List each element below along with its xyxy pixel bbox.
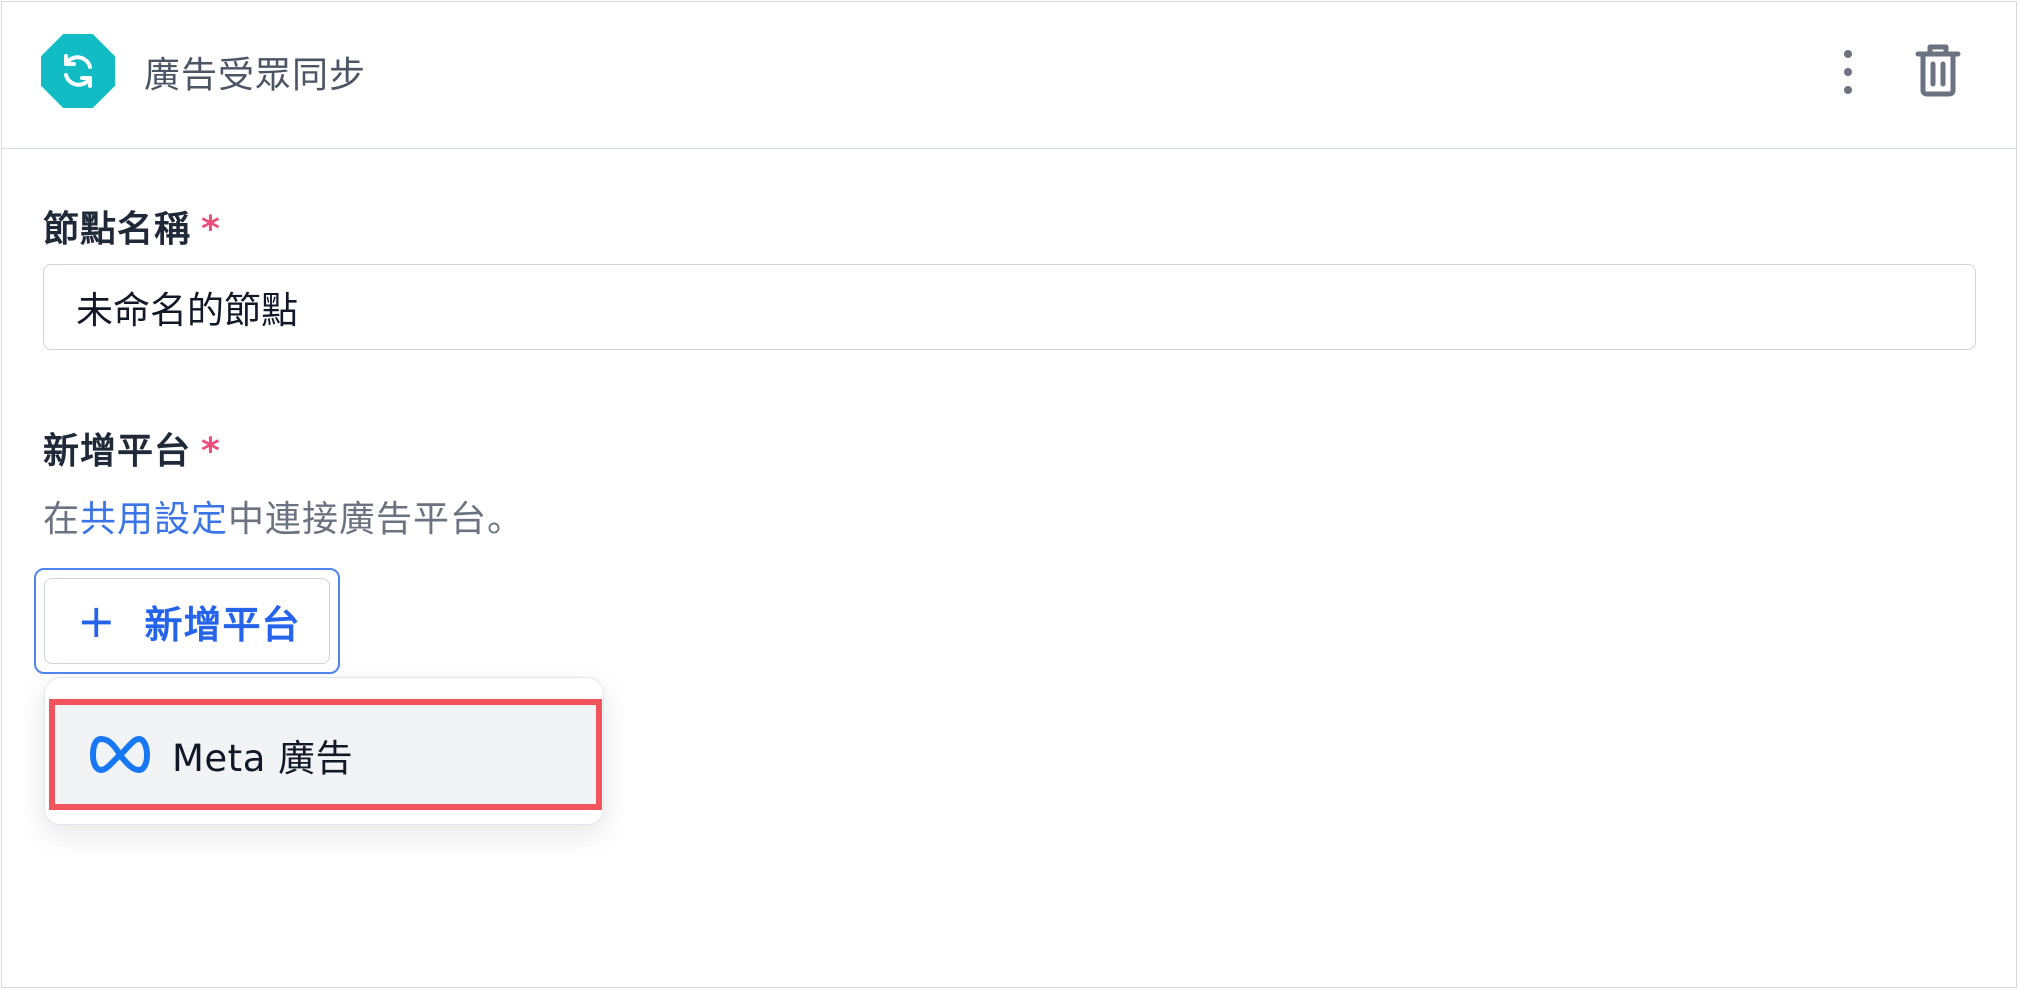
required-mark: * <box>201 209 221 250</box>
node-name-input[interactable]: 未命名的節點 <box>43 264 1976 350</box>
add-platform-focus-ring: + 新增平台 <box>34 568 340 674</box>
platform-dropdown-menu: Meta 廣告 <box>44 677 604 825</box>
delete-node-button[interactable] <box>1913 42 1963 98</box>
panel-header: 廣告受眾同步 <box>2 2 2016 149</box>
shared-settings-link[interactable]: 共用設定 <box>80 499 228 540</box>
more-options-button[interactable] <box>1830 44 1866 100</box>
node-settings-panel: 廣告受眾同步 節點名稱 * 未命名的節點 新增平台 * 在共用設定中連接廣告平台。 <box>1 1 2017 988</box>
required-mark: * <box>201 431 221 472</box>
meta-logo-icon <box>90 735 150 773</box>
sync-icon <box>41 34 115 108</box>
node-name-value: 未命名的節點 <box>76 289 298 332</box>
more-vertical-icon <box>1844 50 1852 58</box>
platform-helper-text: 在共用設定中連接廣告平台。 <box>43 499 525 540</box>
node-title: 廣告受眾同步 <box>144 55 367 96</box>
menu-item-meta-ads[interactable]: Meta 廣告 <box>49 699 602 810</box>
add-platform-label: 新增平台 * <box>43 431 221 472</box>
add-platform-button[interactable]: + 新增平台 <box>44 578 330 664</box>
trash-icon <box>1915 44 1961 97</box>
plus-icon: + <box>77 594 117 648</box>
add-platform-button-label: 新增平台 <box>144 602 301 647</box>
menu-item-label: Meta 廣告 <box>172 736 354 780</box>
node-name-label: 節點名稱 * <box>43 209 221 250</box>
